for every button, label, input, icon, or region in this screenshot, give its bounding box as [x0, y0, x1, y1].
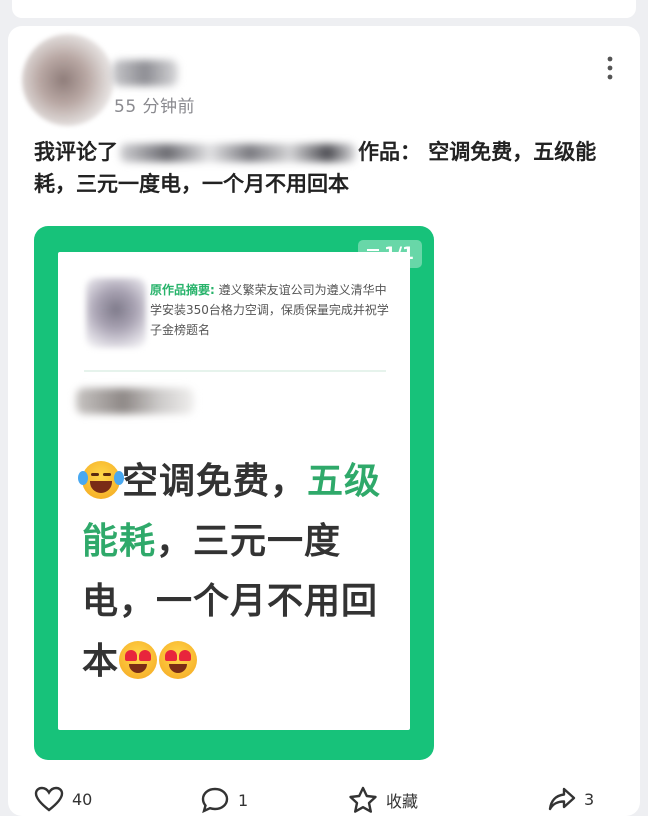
commenter-name-redacted: [76, 388, 194, 414]
share-count: 3: [584, 789, 595, 809]
comment-button[interactable]: 1: [200, 786, 248, 814]
redacted-author-name: [120, 144, 356, 162]
post-caption: 我评论了 作品： 空调免费，五级能耗，三元一度电，一个月不用回本: [34, 136, 624, 200]
heart-icon: [34, 786, 64, 812]
heart-eyes-emoji-icon: [119, 641, 158, 679]
referenced-work-card[interactable]: 1/1 原作品摘要: 遵义繁荣友谊公司为遵义清华中学安装350台格力空调，保质保…: [34, 226, 434, 760]
more-options-icon[interactable]: [596, 54, 624, 82]
original-work-summary: 原作品摘要: 遵义繁荣友谊公司为遵义清华中学安装350台格力空调，保质保量完成并…: [150, 280, 394, 340]
comment-count: 1: [238, 790, 249, 810]
star-icon: [349, 786, 377, 813]
avatar[interactable]: [22, 34, 114, 126]
laughing-crying-emoji-icon: [78, 461, 124, 499]
action-bar: 40 1 收藏 3: [0, 766, 648, 814]
favorite-button[interactable]: 收藏: [348, 786, 418, 814]
comment-text: 空调免费，五级能耗，三元一度电，一个月不用回本: [78, 452, 392, 692]
username-redacted[interactable]: [112, 60, 178, 86]
comment-bubble-icon: [201, 787, 229, 814]
heart-eyes-emoji-icon: [159, 641, 198, 679]
share-button[interactable]: 3: [548, 786, 594, 812]
comment-part1: 空调免费，: [122, 461, 308, 502]
previous-card-edge: [12, 0, 636, 18]
favorite-label: 收藏: [386, 792, 419, 811]
post-time: 55 分钟前: [114, 97, 196, 117]
caption-prefix: 我评论了: [34, 140, 118, 164]
like-button[interactable]: 40: [34, 786, 92, 812]
post-card: 55 分钟前 我评论了作品： 空调免费，五级能耗，三元一度电，一个月不用回本 1…: [8, 26, 640, 816]
work-preview: 原作品摘要: 遵义繁荣友谊公司为遵义清华中学安装350台格力空调，保质保量完成并…: [58, 252, 410, 730]
like-count: 40: [72, 789, 93, 809]
share-arrow-icon: [548, 787, 576, 811]
summary-label: 原作品摘要:: [150, 283, 215, 297]
divider: [84, 370, 386, 372]
original-work-thumbnail: [86, 278, 146, 348]
